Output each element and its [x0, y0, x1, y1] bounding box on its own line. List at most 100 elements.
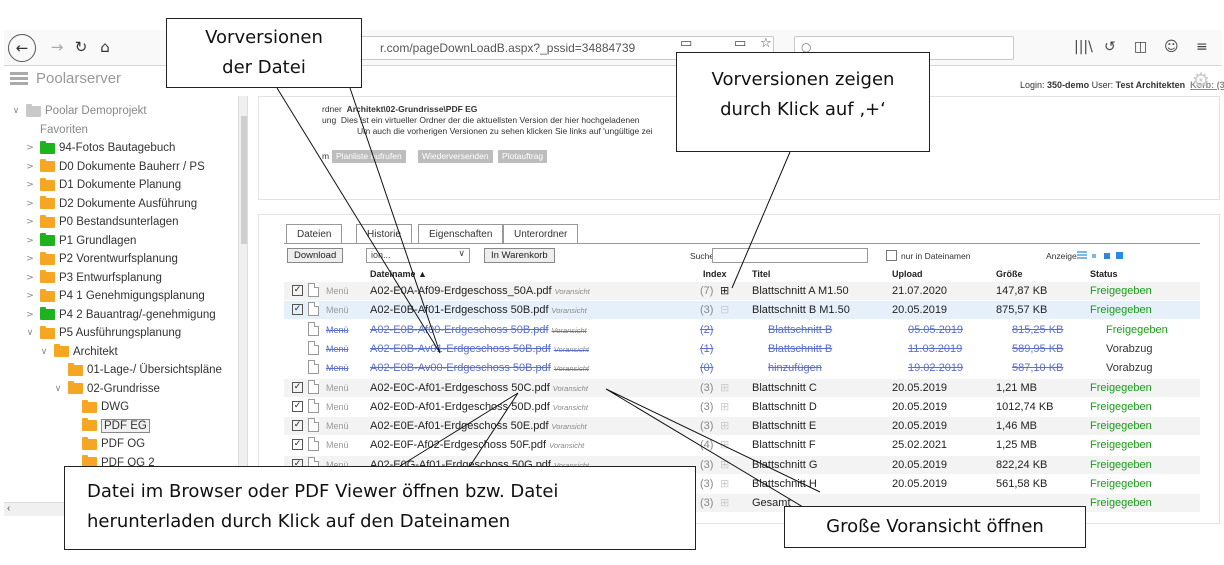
- row-checkbox[interactable]: ✓: [292, 381, 303, 393]
- nur-dateinamen-checkbox[interactable]: [886, 250, 897, 261]
- file-name-link[interactable]: A02-E0B-Af00-Erdgeschoss 50B.pdf: [370, 324, 549, 336]
- list-view-icon[interactable]: [1077, 251, 1087, 260]
- row-menu-link[interactable]: Menü: [326, 325, 349, 335]
- tree-item[interactable]: > P4 2 Bauantrag/-genehmigung: [24, 306, 216, 324]
- col-titel[interactable]: Titel: [752, 269, 770, 279]
- tab-eigenschaften[interactable]: Eigenschaften: [418, 224, 504, 244]
- file-name-link[interactable]: A02-E0D-Af01-Erdgeschoss 50D.pdf: [370, 401, 550, 413]
- tree-item[interactable]: > P2 Vorentwurfsplanung: [24, 250, 178, 268]
- col-upload[interactable]: Upload: [892, 269, 923, 279]
- col-index[interactable]: Index: [703, 269, 727, 279]
- gear-icon[interactable]: ⚙: [1192, 68, 1210, 92]
- row-menu-link[interactable]: Menü: [326, 363, 349, 373]
- voransicht-link[interactable]: Voransicht: [552, 326, 587, 335]
- planliste-button[interactable]: Planliste aufrufen: [332, 150, 406, 163]
- chevron-down-icon[interactable]: ∨: [24, 328, 36, 338]
- chevron-right-icon[interactable]: >: [24, 143, 36, 153]
- voransicht-link[interactable]: Voransicht: [553, 403, 588, 412]
- scroll-left-icon[interactable]: ‹: [7, 503, 10, 514]
- document-icon[interactable]: [308, 283, 319, 297]
- row-checkbox[interactable]: ✓: [292, 285, 303, 296]
- chevron-right-icon[interactable]: >: [24, 236, 36, 246]
- chevron-right-icon[interactable]: >: [24, 310, 36, 320]
- home-button[interactable]: ⌂: [92, 34, 118, 60]
- file-name-link[interactable]: A02-E0B-Av00-Erdgeschoss 50B.pdf: [370, 362, 551, 374]
- sidebar-icon[interactable]: ◫: [1134, 39, 1147, 55]
- tree-item[interactable]: > D2 Dokumente Ausführung: [24, 195, 197, 213]
- file-name-link[interactable]: A02-E0A-Af09-Erdgeschoss_50A.pdf: [370, 285, 552, 297]
- tree-item[interactable]: ∨ 02-Grundrisse: [52, 380, 160, 398]
- voransicht-link[interactable]: Voransicht: [552, 306, 587, 315]
- tree-item[interactable]: PDF EG: [66, 417, 150, 435]
- account-icon[interactable]: ☺: [1164, 39, 1179, 55]
- chevron-right-icon[interactable]: >: [24, 254, 36, 264]
- voransicht-link[interactable]: Voransicht: [552, 422, 587, 431]
- reader-icon[interactable]: ▭: [680, 36, 696, 52]
- document-icon[interactable]: [308, 360, 319, 375]
- medium-grid-icon[interactable]: [1104, 253, 1110, 259]
- expand-versions-icon[interactable]: ⊞: [720, 496, 729, 509]
- chevron-right-icon[interactable]: >: [24, 180, 36, 190]
- back-button[interactable]: ←: [8, 34, 36, 62]
- tree-item[interactable]: > P1 Grundlagen: [24, 232, 136, 250]
- page-actions-icon[interactable]: ▭: [734, 36, 750, 52]
- voransicht-link[interactable]: Voransicht: [553, 384, 588, 393]
- small-grid-icon[interactable]: [1092, 254, 1096, 258]
- tab-dateien[interactable]: Dateien: [286, 224, 343, 244]
- chevron-down-icon[interactable]: ∨: [52, 384, 64, 394]
- file-name-link[interactable]: A02-E0E-Af01-Erdgeschoss 50E.pdf: [370, 420, 549, 432]
- row-menu-link[interactable]: Menü: [326, 344, 349, 354]
- tree-item[interactable]: > D0 Dokumente Bauherr / PS: [24, 158, 205, 176]
- file-name-link[interactable]: A02-E0B-Av01-Erdgeschoss 50B.pdf: [370, 343, 551, 355]
- document-icon[interactable]: [308, 340, 319, 355]
- file-name-link[interactable]: A02-E0C-Af01-Erdgeschoss 50C.pdf: [370, 382, 550, 394]
- file-name-link[interactable]: A02-E0F-Af02-Erdgeschoss 50F.pdf: [370, 439, 546, 451]
- tree-item[interactable]: ∨ Poolar Demoprojekt: [10, 102, 147, 120]
- col-dateiname[interactable]: Dateiname ▲: [370, 269, 427, 279]
- row-menu-link[interactable]: Menü: [326, 421, 349, 431]
- document-icon[interactable]: [308, 437, 319, 452]
- row-checkbox[interactable]: ✓: [292, 400, 303, 412]
- col-groesse[interactable]: Größe: [996, 269, 1023, 279]
- row-menu-link[interactable]: Menü: [326, 286, 349, 296]
- history-icon[interactable]: ↺: [1104, 39, 1116, 55]
- bookmark-star-icon[interactable]: ☆: [760, 36, 776, 52]
- tree-item[interactable]: >94-Fotos Bautagebuch: [24, 139, 175, 157]
- row-menu-link[interactable]: Menü: [326, 305, 349, 315]
- document-icon[interactable]: [308, 302, 319, 317]
- col-status[interactable]: Status: [1090, 269, 1118, 279]
- expand-versions-icon[interactable]: ⊞: [720, 458, 729, 471]
- tree-item[interactable]: > P4 1 Genehmigungsplanung: [24, 287, 205, 305]
- menu-icon[interactable]: ≡: [1196, 39, 1208, 55]
- document-icon[interactable]: [308, 321, 319, 336]
- tree-item[interactable]: DWG: [66, 398, 129, 416]
- tree-item[interactable]: ∨ P5 Ausführungsplanung: [24, 324, 181, 342]
- row-menu-link[interactable]: Menü: [326, 383, 349, 393]
- chevron-right-icon[interactable]: >: [24, 291, 36, 301]
- plotauftrag-button[interactable]: Plotauftrag: [498, 150, 548, 163]
- tree-item[interactable]: 01-Lage-/ Übersichtspläne: [52, 361, 222, 379]
- voransicht-link[interactable]: Voransicht: [554, 345, 589, 354]
- expand-versions-icon[interactable]: ⊞: [720, 400, 729, 413]
- library-icon[interactable]: |||\: [1074, 39, 1093, 55]
- download-button[interactable]: Download: [287, 248, 344, 263]
- warenkorb-button[interactable]: In Warenkorb: [484, 248, 555, 263]
- action-select[interactable]: ion... ∨: [366, 248, 470, 263]
- expand-versions-icon[interactable]: ⊞: [720, 284, 729, 297]
- document-icon[interactable]: [308, 418, 319, 433]
- chevron-right-icon[interactable]: >: [24, 217, 36, 227]
- tree-item[interactable]: PDF OG: [66, 435, 145, 453]
- chevron-right-icon[interactable]: >: [24, 162, 36, 172]
- scrollbar-thumb[interactable]: [241, 116, 247, 244]
- tree-item[interactable]: > P0 Bestandsunterlagen: [24, 213, 179, 231]
- large-grid-icon[interactable]: [1116, 252, 1123, 259]
- chevron-right-icon[interactable]: >: [24, 273, 36, 283]
- document-icon[interactable]: [308, 379, 319, 394]
- voransicht-link[interactable]: Voransicht: [554, 364, 589, 373]
- tree-item[interactable]: > D1 Dokumente Planung: [24, 176, 181, 194]
- row-checkbox[interactable]: ✓: [292, 439, 303, 451]
- document-icon[interactable]: [308, 398, 319, 413]
- file-name-link[interactable]: A02-E0B-Af01-Erdgeschoss 50B.pdf: [370, 304, 549, 316]
- tree-item[interactable]: Favoriten: [24, 121, 88, 139]
- row-menu-link[interactable]: Menü: [326, 440, 349, 450]
